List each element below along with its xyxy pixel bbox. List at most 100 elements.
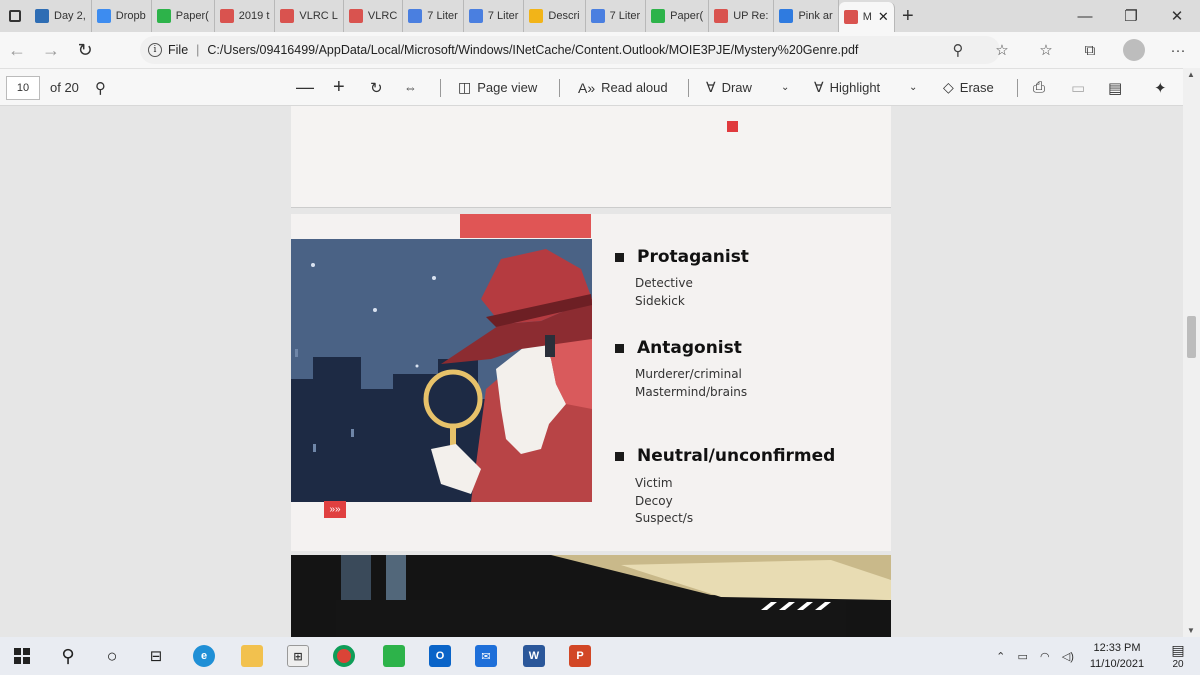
windows-taskbar: ⚲ ○ ⊟ e ⊞ O ✉ W P ⌃ ▭ ◠ ◁) 12:33 PM 11/1… [0, 637, 1200, 675]
tab-favicon-icon [280, 9, 295, 23]
browser-tab[interactable]: Pink ar [774, 0, 839, 32]
favorites-icon[interactable]: ☆ [1024, 32, 1068, 68]
search-taskbar-icon[interactable]: ⚲ [46, 637, 90, 675]
refresh-button[interactable]: ↻ [68, 32, 102, 68]
fit-page-icon[interactable]: ⇔ [404, 69, 417, 106]
tab-label: Pink ar [798, 10, 833, 22]
outlook-taskbar-icon[interactable]: O [418, 637, 462, 675]
tab-label: Dropb [115, 10, 146, 22]
tab-actions-button[interactable] [0, 0, 30, 32]
close-tab-icon[interactable]: ✕ [878, 9, 889, 25]
highlight-label: Highlight [829, 80, 881, 95]
browser-tab[interactable]: M ✕ [838, 2, 895, 32]
volume-icon[interactable]: ◁) [1062, 650, 1074, 663]
highlight-icon: ∀ [814, 79, 824, 95]
wifi-icon[interactable]: ◠ [1040, 650, 1050, 663]
clock-time: 12:33 PM [1093, 642, 1141, 654]
search-icon[interactable]: ⚲ [95, 69, 106, 106]
scroll-up-icon[interactable]: ▲ [1187, 70, 1195, 79]
list-item: Murderer/criminal [635, 367, 742, 381]
tab-favicon-icon [348, 9, 363, 23]
word-icon: W [523, 645, 545, 667]
browser-tab[interactable]: Paper( [152, 0, 215, 32]
save-icon[interactable]: ▭ [1071, 69, 1085, 106]
tab-favicon-icon [714, 9, 729, 23]
address-bar[interactable]: i File | C:/Users/09416499/AppData/Local… [140, 36, 1000, 64]
pin-toolbar-icon[interactable]: ✦ [1154, 69, 1167, 106]
word-taskbar-icon[interactable]: W [512, 637, 556, 675]
browser-tab[interactable]: Descri [524, 0, 586, 32]
zoom-out-icon[interactable]: — [296, 69, 314, 106]
collections-icon[interactable]: ⧉ [1068, 32, 1112, 68]
bullet-square [615, 343, 624, 353]
browser-tab[interactable]: UP Re: [709, 0, 775, 32]
browser-tab[interactable]: Day 2, [30, 0, 92, 32]
zoom-in-icon[interactable]: + [333, 69, 345, 106]
browser-tab[interactable]: 7 Liter [403, 0, 464, 32]
highlight-chevron-down-icon[interactable]: ⌄ [909, 69, 917, 106]
read-aloud-button[interactable]: A» Read aloud [578, 69, 668, 106]
pdf-document-area[interactable]: »» Protaganist Detective Sidekick Antago… [0, 106, 1183, 637]
taskbar-clock[interactable]: 12:33 PM 11/10/2021 [1082, 637, 1152, 675]
section-heading-neutral: Neutral/unconfirmed [615, 446, 835, 466]
browser-tab[interactable]: Dropb [92, 0, 152, 32]
notification-center-button[interactable]: ▤ 20 [1160, 637, 1196, 675]
task-view-icon[interactable]: ⊟ [134, 637, 178, 675]
tab-strip: Day 2, Dropb Paper(2019 t VLRC L VLRC 7 Liter… [0, 0, 1200, 32]
browser-tab[interactable]: VLRC L [275, 0, 344, 32]
browser-tab[interactable]: Paper( [646, 0, 710, 32]
tab-favicon-icon [843, 10, 858, 24]
address-bar-row: ← → ↻ i File | C:/Users/09416499/AppData… [0, 32, 1200, 68]
battery-icon[interactable]: ▭ [1017, 650, 1027, 663]
file-explorer-taskbar-icon[interactable] [230, 637, 274, 675]
page-number-input[interactable]: 10 [6, 76, 40, 100]
browser-tab[interactable]: 7 Liter [464, 0, 525, 32]
erase-button[interactable]: ◇ Erase [943, 69, 994, 106]
highlight-button[interactable]: ∀ Highlight [814, 69, 880, 106]
powerpoint-taskbar-icon[interactable]: P [558, 637, 602, 675]
browser-tab[interactable]: VLRC [344, 0, 404, 32]
profile-avatar[interactable] [1123, 39, 1145, 61]
draw-button[interactable]: ∀ Draw [706, 69, 752, 106]
clock-date: 11/10/2021 [1089, 658, 1145, 670]
url-text[interactable]: C:/Users/09416499/AppData/Local/Microsof… [207, 43, 858, 57]
tab-favicon-icon [156, 9, 171, 23]
minimize-button[interactable]: — [1062, 0, 1108, 32]
mail-taskbar-icon[interactable]: ✉ [464, 637, 508, 675]
new-tab-button[interactable]: + [895, 0, 921, 32]
tray-chevron-up-icon[interactable]: ⌃ [996, 650, 1005, 663]
browser-tab[interactable]: 7 Liter [586, 0, 647, 32]
cortana-icon[interactable]: ○ [90, 637, 134, 675]
restore-button[interactable]: ❐ [1108, 0, 1154, 32]
draw-chevron-down-icon[interactable]: ⌄ [781, 69, 789, 106]
notification-icon: ▤ [1171, 642, 1185, 658]
browser-tab[interactable]: 2019 t [215, 0, 276, 32]
info-icon[interactable]: i [148, 43, 162, 57]
page-view-button[interactable]: ◫ Page view [458, 69, 537, 106]
store-taskbar-icon[interactable]: ⊞ [276, 637, 320, 675]
scrollbar-thumb[interactable] [1187, 316, 1196, 358]
close-window-button[interactable]: ✕ [1154, 0, 1200, 32]
tab-label: 7 Liter [487, 10, 519, 22]
toolbar-separator [559, 79, 560, 97]
paper-taskbar-icon[interactable] [372, 637, 416, 675]
add-favorite-icon[interactable]: ☆ [980, 32, 1024, 68]
section-heading-antagonist: Antagonist [615, 338, 742, 358]
zoom-icon[interactable]: ⚲ [936, 32, 980, 68]
page-view-icon: ◫ [458, 79, 472, 95]
save-as-icon[interactable]: ▤ [1108, 69, 1122, 106]
chrome-taskbar-icon[interactable] [322, 637, 366, 675]
vertical-scrollbar[interactable]: ▲ ▼ [1183, 68, 1200, 637]
print-icon[interactable]: ⎙ [1033, 69, 1045, 106]
rotate-icon[interactable]: ↻ [370, 69, 383, 106]
forward-button[interactable]: → [34, 32, 68, 68]
erase-icon: ◇ [943, 79, 954, 95]
scroll-down-icon[interactable]: ▼ [1187, 626, 1195, 635]
edge-taskbar-icon[interactable]: e [182, 637, 226, 675]
start-button[interactable] [0, 637, 44, 675]
list-item: Victim [635, 476, 673, 490]
back-button[interactable]: ← [0, 32, 34, 68]
settings-more-icon[interactable]: ··· [1156, 32, 1200, 68]
next-page-photo [291, 555, 891, 637]
tab-favicon-icon [590, 9, 605, 23]
